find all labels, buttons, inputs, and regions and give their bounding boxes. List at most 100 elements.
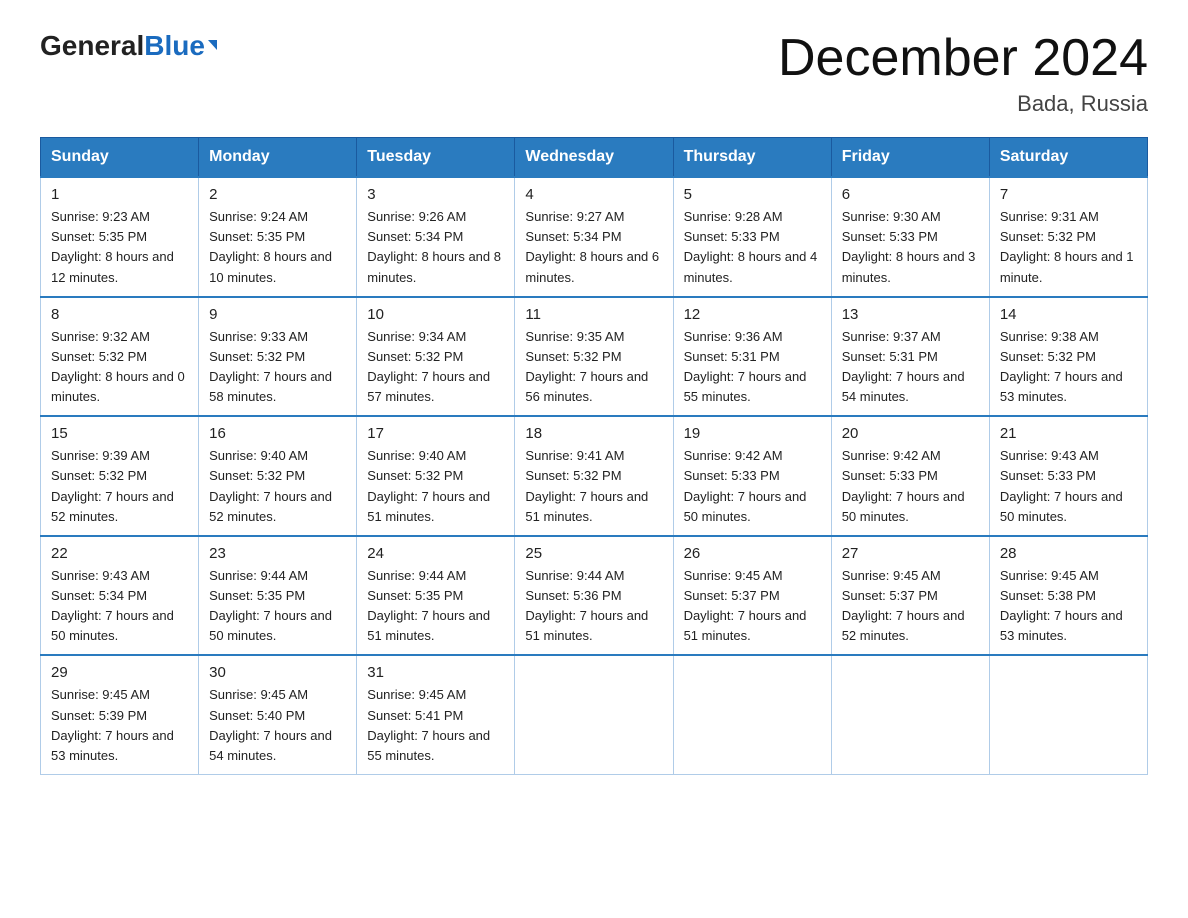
calendar-cell: 30 Sunrise: 9:45 AMSunset: 5:40 PMDaylig…: [199, 655, 357, 774]
day-number: 2: [209, 186, 346, 203]
day-info: Sunrise: 9:44 AMSunset: 5:36 PMDaylight:…: [525, 568, 648, 643]
weekday-header-thursday: Thursday: [673, 138, 831, 178]
calendar-cell: 23 Sunrise: 9:44 AMSunset: 5:35 PMDaylig…: [199, 536, 357, 656]
day-number: 25: [525, 545, 662, 562]
day-info: Sunrise: 9:40 AMSunset: 5:32 PMDaylight:…: [367, 448, 490, 523]
day-info: Sunrise: 9:23 AMSunset: 5:35 PMDaylight:…: [51, 209, 174, 284]
day-info: Sunrise: 9:45 AMSunset: 5:41 PMDaylight:…: [367, 687, 490, 762]
day-info: Sunrise: 9:28 AMSunset: 5:33 PMDaylight:…: [684, 209, 818, 284]
day-info: Sunrise: 9:45 AMSunset: 5:40 PMDaylight:…: [209, 687, 332, 762]
day-number: 30: [209, 664, 346, 681]
day-number: 6: [842, 186, 979, 203]
calendar-cell: [831, 655, 989, 774]
calendar-cell: 11 Sunrise: 9:35 AMSunset: 5:32 PMDaylig…: [515, 297, 673, 417]
calendar-cell: 21 Sunrise: 9:43 AMSunset: 5:33 PMDaylig…: [989, 416, 1147, 536]
calendar-cell: 14 Sunrise: 9:38 AMSunset: 5:32 PMDaylig…: [989, 297, 1147, 417]
day-number: 21: [1000, 425, 1137, 442]
day-number: 11: [525, 306, 662, 323]
day-number: 1: [51, 186, 188, 203]
day-number: 20: [842, 425, 979, 442]
month-title: December 2024: [778, 30, 1148, 87]
weekday-header-wednesday: Wednesday: [515, 138, 673, 178]
day-info: Sunrise: 9:45 AMSunset: 5:39 PMDaylight:…: [51, 687, 174, 762]
day-info: Sunrise: 9:45 AMSunset: 5:37 PMDaylight:…: [684, 568, 807, 643]
title-area: December 2024 Bada, Russia: [778, 30, 1148, 117]
logo-triangle-icon: [208, 40, 217, 50]
day-info: Sunrise: 9:43 AMSunset: 5:34 PMDaylight:…: [51, 568, 174, 643]
day-number: 18: [525, 425, 662, 442]
calendar-cell: 13 Sunrise: 9:37 AMSunset: 5:31 PMDaylig…: [831, 297, 989, 417]
calendar-cell: 18 Sunrise: 9:41 AMSunset: 5:32 PMDaylig…: [515, 416, 673, 536]
weekday-header-monday: Monday: [199, 138, 357, 178]
calendar-week-row: 22 Sunrise: 9:43 AMSunset: 5:34 PMDaylig…: [41, 536, 1148, 656]
day-number: 24: [367, 545, 504, 562]
day-number: 5: [684, 186, 821, 203]
calendar-cell: 1 Sunrise: 9:23 AMSunset: 5:35 PMDayligh…: [41, 177, 199, 297]
day-number: 9: [209, 306, 346, 323]
calendar-cell: 26 Sunrise: 9:45 AMSunset: 5:37 PMDaylig…: [673, 536, 831, 656]
day-number: 8: [51, 306, 188, 323]
logo: General Blue: [40, 30, 217, 62]
calendar-cell: 19 Sunrise: 9:42 AMSunset: 5:33 PMDaylig…: [673, 416, 831, 536]
calendar-cell: 3 Sunrise: 9:26 AMSunset: 5:34 PMDayligh…: [357, 177, 515, 297]
day-number: 28: [1000, 545, 1137, 562]
weekday-header-saturday: Saturday: [989, 138, 1147, 178]
calendar-cell: 8 Sunrise: 9:32 AMSunset: 5:32 PMDayligh…: [41, 297, 199, 417]
day-number: 3: [367, 186, 504, 203]
calendar-cell: 22 Sunrise: 9:43 AMSunset: 5:34 PMDaylig…: [41, 536, 199, 656]
weekday-header-sunday: Sunday: [41, 138, 199, 178]
weekday-header-tuesday: Tuesday: [357, 138, 515, 178]
logo-general-text: General: [40, 30, 144, 62]
calendar-cell: 28 Sunrise: 9:45 AMSunset: 5:38 PMDaylig…: [989, 536, 1147, 656]
day-number: 17: [367, 425, 504, 442]
calendar-table: SundayMondayTuesdayWednesdayThursdayFrid…: [40, 137, 1148, 775]
calendar-cell: 16 Sunrise: 9:40 AMSunset: 5:32 PMDaylig…: [199, 416, 357, 536]
calendar-week-row: 1 Sunrise: 9:23 AMSunset: 5:35 PMDayligh…: [41, 177, 1148, 297]
calendar-week-row: 15 Sunrise: 9:39 AMSunset: 5:32 PMDaylig…: [41, 416, 1148, 536]
day-info: Sunrise: 9:24 AMSunset: 5:35 PMDaylight:…: [209, 209, 332, 284]
day-info: Sunrise: 9:37 AMSunset: 5:31 PMDaylight:…: [842, 329, 965, 404]
day-info: Sunrise: 9:40 AMSunset: 5:32 PMDaylight:…: [209, 448, 332, 523]
day-number: 26: [684, 545, 821, 562]
day-number: 22: [51, 545, 188, 562]
day-info: Sunrise: 9:30 AMSunset: 5:33 PMDaylight:…: [842, 209, 976, 284]
day-info: Sunrise: 9:45 AMSunset: 5:37 PMDaylight:…: [842, 568, 965, 643]
day-number: 4: [525, 186, 662, 203]
calendar-cell: [989, 655, 1147, 774]
day-info: Sunrise: 9:27 AMSunset: 5:34 PMDaylight:…: [525, 209, 659, 284]
day-info: Sunrise: 9:44 AMSunset: 5:35 PMDaylight:…: [209, 568, 332, 643]
calendar-cell: 4 Sunrise: 9:27 AMSunset: 5:34 PMDayligh…: [515, 177, 673, 297]
calendar-cell: 24 Sunrise: 9:44 AMSunset: 5:35 PMDaylig…: [357, 536, 515, 656]
day-number: 27: [842, 545, 979, 562]
calendar-cell: 29 Sunrise: 9:45 AMSunset: 5:39 PMDaylig…: [41, 655, 199, 774]
day-number: 13: [842, 306, 979, 323]
calendar-cell: 31 Sunrise: 9:45 AMSunset: 5:41 PMDaylig…: [357, 655, 515, 774]
location-label: Bada, Russia: [778, 91, 1148, 117]
page-header: General Blue December 2024 Bada, Russia: [40, 30, 1148, 117]
calendar-cell: 25 Sunrise: 9:44 AMSunset: 5:36 PMDaylig…: [515, 536, 673, 656]
day-number: 10: [367, 306, 504, 323]
day-number: 16: [209, 425, 346, 442]
calendar-cell: [673, 655, 831, 774]
calendar-cell: 27 Sunrise: 9:45 AMSunset: 5:37 PMDaylig…: [831, 536, 989, 656]
calendar-cell: 17 Sunrise: 9:40 AMSunset: 5:32 PMDaylig…: [357, 416, 515, 536]
day-number: 29: [51, 664, 188, 681]
calendar-cell: 20 Sunrise: 9:42 AMSunset: 5:33 PMDaylig…: [831, 416, 989, 536]
calendar-week-row: 29 Sunrise: 9:45 AMSunset: 5:39 PMDaylig…: [41, 655, 1148, 774]
logo-blue-text: Blue: [144, 30, 205, 62]
day-info: Sunrise: 9:26 AMSunset: 5:34 PMDaylight:…: [367, 209, 501, 284]
day-info: Sunrise: 9:43 AMSunset: 5:33 PMDaylight:…: [1000, 448, 1123, 523]
day-number: 14: [1000, 306, 1137, 323]
calendar-cell: 6 Sunrise: 9:30 AMSunset: 5:33 PMDayligh…: [831, 177, 989, 297]
calendar-header-row: SundayMondayTuesdayWednesdayThursdayFrid…: [41, 138, 1148, 178]
calendar-cell: 5 Sunrise: 9:28 AMSunset: 5:33 PMDayligh…: [673, 177, 831, 297]
day-info: Sunrise: 9:32 AMSunset: 5:32 PMDaylight:…: [51, 329, 185, 404]
calendar-cell: 15 Sunrise: 9:39 AMSunset: 5:32 PMDaylig…: [41, 416, 199, 536]
day-info: Sunrise: 9:33 AMSunset: 5:32 PMDaylight:…: [209, 329, 332, 404]
day-number: 12: [684, 306, 821, 323]
day-info: Sunrise: 9:44 AMSunset: 5:35 PMDaylight:…: [367, 568, 490, 643]
day-info: Sunrise: 9:31 AMSunset: 5:32 PMDaylight:…: [1000, 209, 1134, 284]
day-info: Sunrise: 9:35 AMSunset: 5:32 PMDaylight:…: [525, 329, 648, 404]
day-info: Sunrise: 9:45 AMSunset: 5:38 PMDaylight:…: [1000, 568, 1123, 643]
day-info: Sunrise: 9:36 AMSunset: 5:31 PMDaylight:…: [684, 329, 807, 404]
